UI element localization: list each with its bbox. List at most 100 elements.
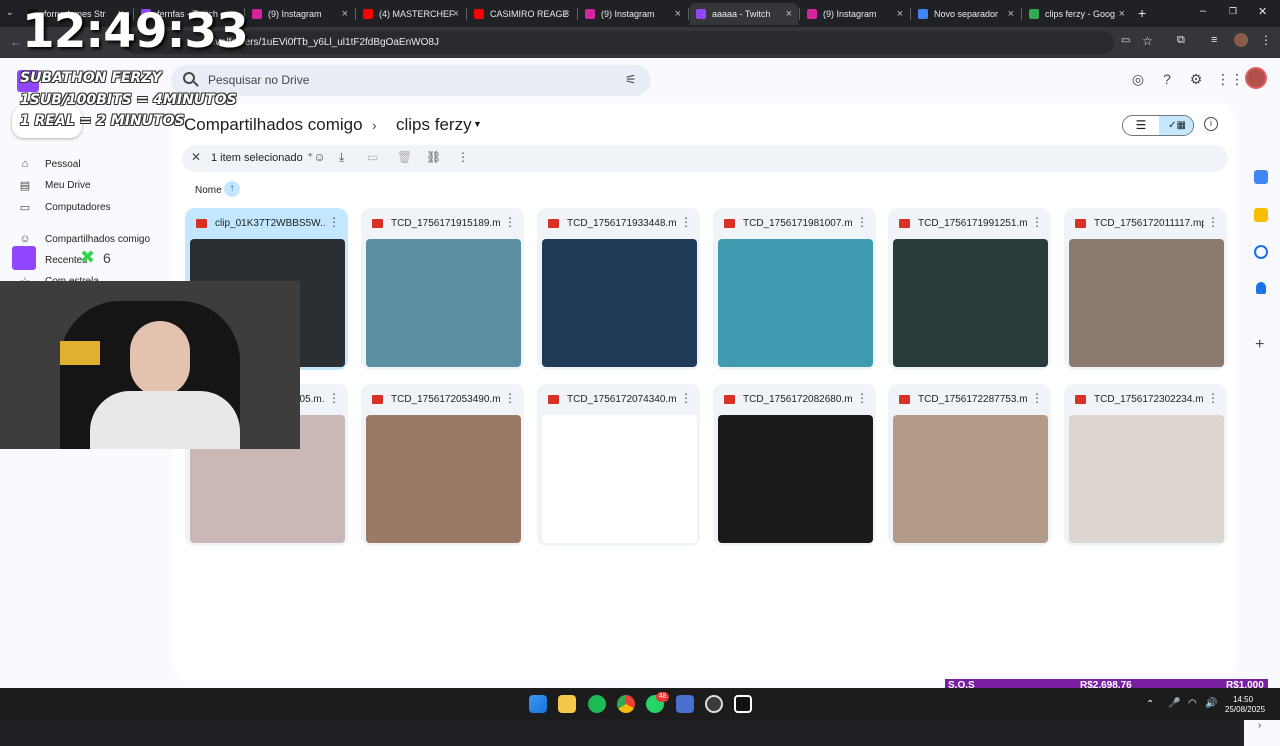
file-card[interactable]: TCD_1756172074340.m... ⋮ [537, 384, 700, 546]
settings-gear-icon[interactable]: ⚙ [1187, 70, 1205, 88]
search-bar[interactable]: Pesquisar no Drive ⚟ [171, 65, 651, 96]
mic-icon[interactable]: 🎤 [1168, 698, 1180, 709]
tab-6[interactable]: (9) Instagram × [579, 3, 687, 25]
profile-avatar[interactable] [1234, 33, 1248, 47]
file-card[interactable]: TCD_1756171991251.mp4 ⋮ [888, 208, 1051, 370]
close-tab-icon[interactable]: × [342, 8, 348, 20]
file-thumbnail[interactable] [893, 239, 1048, 367]
tab-search-icon[interactable]: ⌄ [6, 7, 14, 18]
contacts-icon[interactable] [1256, 282, 1266, 294]
breadcrumb-current[interactable]: clips ferzy [396, 115, 472, 135]
calendar-icon[interactable] [1254, 170, 1268, 184]
file-thumbnail[interactable] [1069, 239, 1224, 367]
file-thumbnail[interactable] [542, 415, 697, 543]
file-more-icon[interactable]: ⋮ [856, 215, 868, 229]
close-tab-icon[interactable]: × [1119, 8, 1125, 20]
grid-view-icon[interactable]: ✓▦ [1159, 116, 1193, 135]
more-actions-icon[interactable]: ⋮ [457, 150, 469, 164]
clock-time[interactable]: 14:50 [1233, 695, 1253, 704]
account-avatar[interactable] [1245, 67, 1267, 89]
file-card[interactable]: TCD_1756171915189.mp4 ⋮ [361, 208, 524, 370]
tasks-icon[interactable] [1254, 245, 1268, 259]
tab-4[interactable]: (4) MASTERCHEF × [357, 3, 465, 25]
shield-app-icon[interactable] [676, 695, 694, 713]
tray-chevron-icon[interactable]: ⌃ [1146, 699, 1154, 710]
search-options-icon[interactable]: ⚟ [625, 72, 637, 88]
file-card[interactable]: TCD_1756171981007.mp4 ⋮ [713, 208, 876, 370]
trash-icon[interactable]: 🗑 [397, 150, 412, 164]
url-field[interactable]: drive/folders/1uEVi0fTb_y6Ll_ul1tF2fdBgO… [124, 31, 1114, 54]
file-more-icon[interactable]: ⋮ [504, 215, 516, 229]
clock-date[interactable]: 25/08/2025 [1225, 705, 1265, 714]
file-more-icon[interactable]: ⋮ [1031, 391, 1043, 405]
file-explorer-icon[interactable] [558, 695, 576, 713]
close-tab-icon[interactable]: × [675, 8, 681, 20]
file-thumbnail[interactable] [718, 415, 873, 543]
file-thumbnail[interactable] [366, 415, 521, 543]
breadcrumb-parent[interactable]: Compartilhados comigo [184, 115, 363, 135]
sort-ascending-icon[interactable]: ↑ [224, 181, 240, 197]
tab-7[interactable]: aaaaa - Twitch × [690, 3, 798, 25]
help-icon[interactable]: ? [1158, 70, 1176, 88]
close-window-icon[interactable]: ✕ [1258, 5, 1267, 18]
folder-dropdown-icon[interactable]: ▼ [473, 119, 482, 129]
offline-status-icon[interactable]: ◎ [1129, 70, 1147, 88]
share-icon[interactable]: ⁺☺ [307, 150, 326, 164]
copy-link-icon[interactable]: ⛓ [426, 150, 441, 164]
file-card[interactable]: TCD_1756172082680.m... ⋮ [713, 384, 876, 546]
file-thumbnail[interactable] [1069, 415, 1224, 543]
file-more-icon[interactable]: ⋮ [1207, 391, 1219, 405]
tab-10[interactable]: clips ferzy - Goog × [1023, 3, 1131, 25]
tab-5[interactable]: CASIMIRO REAGE × [468, 3, 576, 25]
nav-item-1[interactable]: ⌂ Pessoal [18, 158, 81, 170]
tab-3[interactable]: (9) Instagram × [246, 3, 354, 25]
keep-icon[interactable] [1254, 208, 1268, 222]
file-thumbnail[interactable] [718, 239, 873, 367]
file-more-icon[interactable]: ⋮ [856, 391, 868, 405]
sort-name-label[interactable]: Nome [195, 185, 222, 196]
collapse-panel-icon[interactable]: › [1258, 720, 1261, 731]
minimize-icon[interactable]: – [1200, 5, 1206, 17]
close-tab-icon[interactable]: × [786, 8, 792, 20]
close-tab-icon[interactable]: × [564, 8, 570, 20]
file-more-icon[interactable]: ⋮ [680, 391, 692, 405]
file-more-icon[interactable]: ⋮ [328, 391, 340, 405]
windows-start-icon[interactable] [529, 695, 547, 713]
apps-grid-icon[interactable]: ⋮⋮ [1216, 70, 1244, 88]
file-thumbnail[interactable] [366, 239, 521, 367]
media-icon[interactable]: ≡ [1211, 34, 1217, 46]
back-icon[interactable]: ← [10, 35, 22, 49]
move-icon[interactable]: ▭ [367, 150, 378, 164]
file-card[interactable]: TCD_1756172011117.mp4 ⋮ [1064, 208, 1227, 370]
file-more-icon[interactable]: ⋮ [504, 391, 516, 405]
file-thumbnail[interactable] [893, 415, 1048, 543]
file-more-icon[interactable]: ⋮ [1031, 215, 1043, 229]
file-more-icon[interactable]: ⋮ [328, 215, 340, 229]
file-more-icon[interactable]: ⋮ [680, 215, 692, 229]
file-card[interactable]: TCD_1756172287753.mp4 ⋮ [888, 384, 1051, 546]
bookmark-star-icon[interactable]: ☆ [1142, 34, 1153, 48]
cast-icon[interactable]: ▭ [1121, 35, 1130, 46]
spotify-icon[interactable] [588, 695, 606, 713]
download-icon[interactable]: ⤓ [339, 150, 344, 165]
nav-item-3[interactable]: ▭ Computadores [18, 201, 111, 214]
tab-8[interactable]: (9) Instagram × [801, 3, 909, 25]
clear-selection-icon[interactable]: ✕ [191, 150, 201, 164]
capcut-icon[interactable] [734, 695, 752, 713]
close-tab-icon[interactable]: × [897, 8, 903, 20]
close-tab-icon[interactable]: × [453, 8, 459, 20]
details-info-icon[interactable]: i [1204, 117, 1218, 131]
file-thumbnail[interactable] [542, 239, 697, 367]
maximize-icon[interactable]: ❐ [1229, 6, 1237, 17]
wifi-icon[interactable]: ◠ [1188, 698, 1197, 709]
file-card[interactable]: TCD_1756171933448.mp4 ⋮ [537, 208, 700, 370]
obs-icon[interactable] [705, 695, 723, 713]
nav-item-4[interactable]: ☺ Compartilhados comigo [18, 233, 150, 245]
browser-menu-icon[interactable]: ⋮ [1260, 33, 1272, 47]
chrome-icon[interactable] [617, 695, 635, 713]
file-more-icon[interactable]: ⋮ [1207, 215, 1219, 229]
volume-icon[interactable]: 🔊 [1205, 698, 1217, 709]
tab-9[interactable]: Novo separador × [912, 3, 1020, 25]
new-tab-icon[interactable]: + [1138, 5, 1146, 21]
file-card[interactable]: TCD_1756172302234.m... ⋮ [1064, 384, 1227, 546]
